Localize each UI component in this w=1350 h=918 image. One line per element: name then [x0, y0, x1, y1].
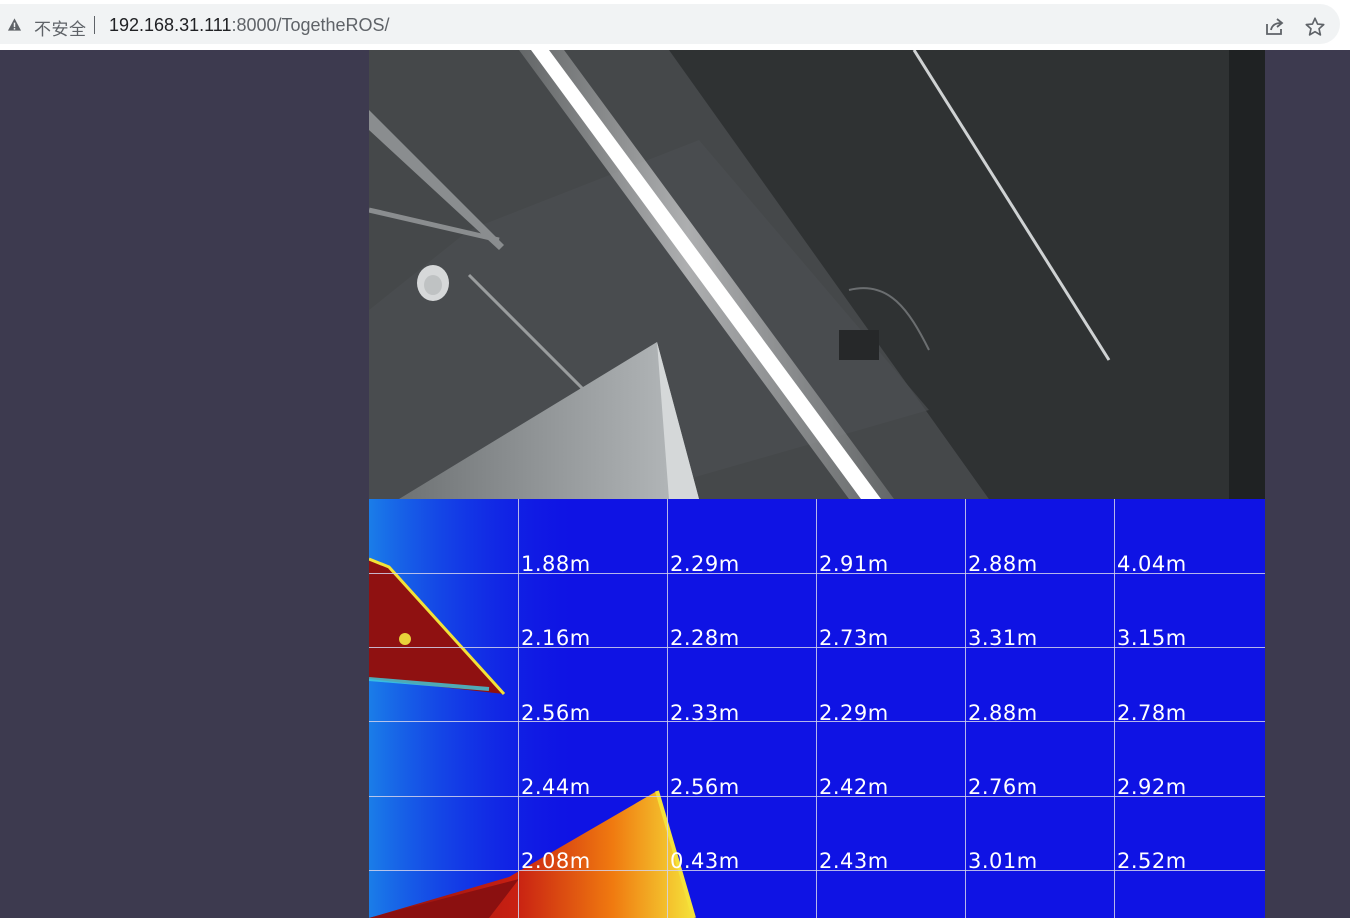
- share-icon[interactable]: [1264, 17, 1286, 37]
- distance-label: 2.08m: [521, 849, 591, 873]
- distance-label: 2.88m: [968, 552, 1038, 576]
- distance-label: 2.28m: [670, 626, 740, 650]
- distance-label: 4.04m: [1117, 552, 1187, 576]
- distance-label: 1.88m: [521, 552, 591, 576]
- distance-label: 2.56m: [521, 701, 591, 725]
- grid-line: [518, 499, 519, 918]
- distance-label: 2.56m: [670, 775, 740, 799]
- distance-label: 3.31m: [968, 626, 1038, 650]
- grid-line: [816, 499, 817, 918]
- distance-label: 2.88m: [968, 701, 1038, 725]
- distance-label: 2.29m: [819, 701, 889, 725]
- divider: [94, 16, 95, 34]
- distance-label: 2.42m: [819, 775, 889, 799]
- distance-label: 2.16m: [521, 626, 591, 650]
- distance-label: 2.76m: [968, 775, 1038, 799]
- distance-label: 2.43m: [819, 849, 889, 873]
- distance-label: 2.78m: [1117, 701, 1187, 725]
- url-text[interactable]: 192.168.31.111:8000/TogetheROS/: [109, 15, 390, 36]
- browser-toolbar: 不安全 192.168.31.111:8000/TogetheROS/: [0, 0, 1350, 50]
- warning-triangle-icon[interactable]: [7, 17, 22, 32]
- grid-line: [667, 499, 668, 918]
- distance-label: 3.15m: [1117, 626, 1187, 650]
- distance-label: 2.91m: [819, 552, 889, 576]
- distance-label: 3.01m: [968, 849, 1038, 873]
- star-icon[interactable]: [1304, 16, 1326, 38]
- distance-label: 2.73m: [819, 626, 889, 650]
- distance-label: 0.43m: [670, 849, 740, 873]
- grid-line: [965, 499, 966, 918]
- url-path: :8000/TogetheROS/: [231, 15, 390, 35]
- depth-map: 1.88m 2.29m 2.91m 2.88m 4.04m 2.16m 2.28…: [369, 499, 1265, 918]
- address-bar[interactable]: 不安全 192.168.31.111:8000/TogetheROS/: [0, 4, 1340, 44]
- url-host: 192.168.31.111: [109, 15, 232, 35]
- camera-scene: [369, 50, 1265, 499]
- distance-label: 2.29m: [670, 552, 740, 576]
- camera-image: [369, 50, 1265, 499]
- distance-label: 2.44m: [521, 775, 591, 799]
- grid-line: [1114, 499, 1115, 918]
- security-status-label[interactable]: 不安全: [34, 15, 87, 40]
- distance-label: 2.33m: [670, 701, 740, 725]
- distance-label: 2.92m: [1117, 775, 1187, 799]
- distance-label: 2.52m: [1117, 849, 1187, 873]
